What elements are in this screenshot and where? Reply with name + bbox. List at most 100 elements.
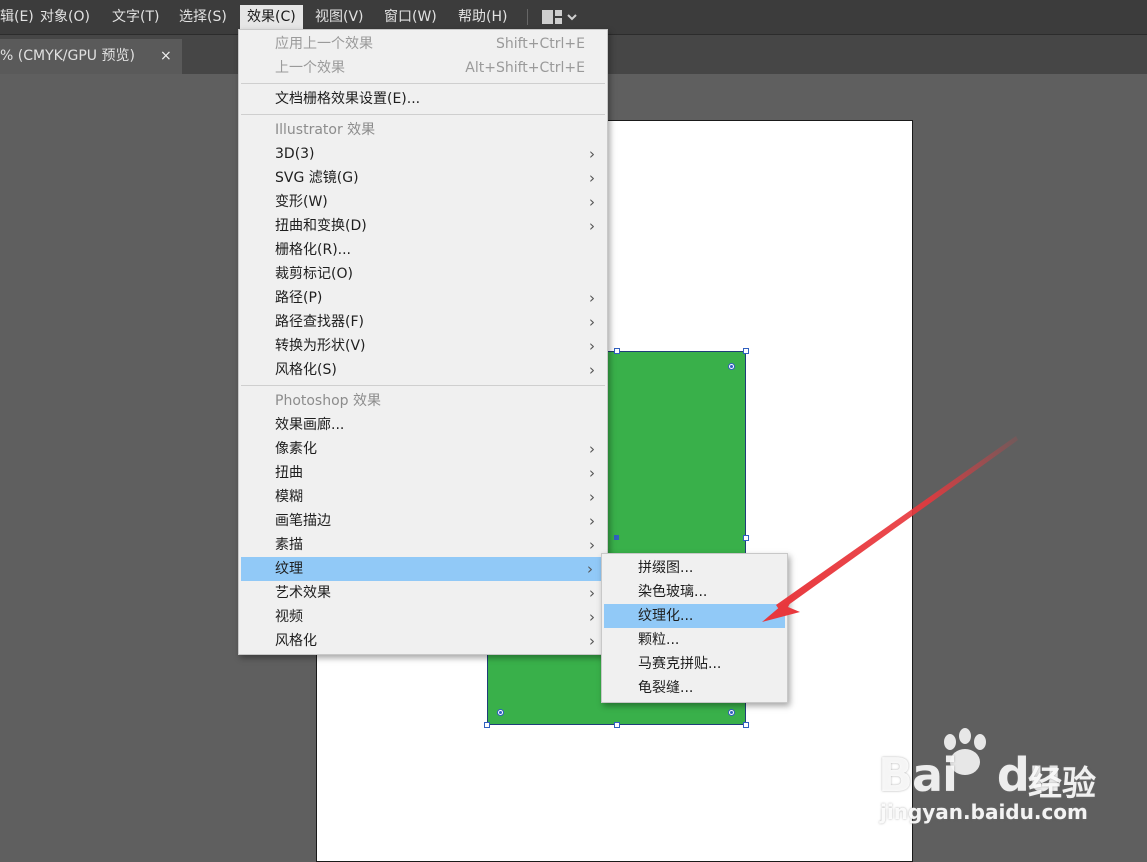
menu-item-label: 像素化 (275, 441, 317, 457)
menu-item-illustrator-3[interactable]: 扭曲和变换(D) › (239, 214, 607, 238)
submenu-item-texture-5[interactable]: 龟裂缝... (602, 676, 787, 700)
menu-object[interactable]: 对象(O) (33, 5, 97, 29)
baidu-jingyan-watermark: Bai du 经验 jingyan.baidu.com (878, 728, 1138, 828)
menu-item-illustrator-1[interactable]: SVG 滤镜(G) › (239, 166, 607, 190)
chevron-right-icon: › (589, 464, 595, 482)
menu-item-label: 效果画廊... (275, 417, 345, 433)
corner-radius-widget[interactable] (728, 709, 735, 716)
menu-separator (241, 83, 605, 84)
menu-effect[interactable]: 效果(C) (240, 5, 303, 29)
selection-handle-middle-right[interactable] (743, 535, 749, 541)
menu-item-label: 模糊 (275, 489, 303, 505)
chevron-right-icon: › (589, 169, 595, 187)
menu-item-photoshop-5[interactable]: 素描 › (239, 533, 607, 557)
watermark-product-name: 经验 (1028, 764, 1096, 804)
menu-item-photoshop-1[interactable]: 像素化 › (239, 437, 607, 461)
menu-item-label: 风格化 (275, 633, 317, 649)
menu-item-illustrator-9[interactable]: 风格化(S) › (239, 358, 607, 382)
menu-item-last-effect[interactable]: 上一个效果 Alt+Shift+Ctrl+E (239, 56, 607, 80)
chevron-right-icon: › (587, 560, 593, 578)
menu-item-label: 扭曲和变换(D) (275, 218, 367, 234)
menu-item-label: 裁剪标记(O) (275, 266, 353, 282)
menu-item-photoshop-2[interactable]: 扭曲 › (239, 461, 607, 485)
shortcut-label: Shift+Ctrl+E (495, 36, 585, 52)
menu-item-label: 画笔描边 (275, 513, 331, 529)
menu-item-illustrator-6[interactable]: 路径(P) › (239, 286, 607, 310)
selection-handle-top-right[interactable] (743, 348, 749, 354)
selection-handle-top-center[interactable] (614, 348, 620, 354)
menu-section-header-photoshop: Photoshop 效果 (275, 393, 382, 409)
menu-item-illustrator-7[interactable]: 路径查找器(F) › (239, 310, 607, 334)
chevron-right-icon: › (589, 217, 595, 235)
chevron-right-icon: › (589, 608, 595, 626)
chevron-right-icon: › (589, 361, 595, 379)
menu-view[interactable]: 视图(V) (308, 5, 371, 29)
menu-item-photoshop-8[interactable]: 视频 › (239, 605, 607, 629)
menu-section-header-illustrator: Illustrator 效果 (275, 122, 376, 138)
menu-item-photoshop-6[interactable]: 纹理 › (241, 557, 605, 581)
chevron-right-icon: › (589, 313, 595, 331)
menu-item-illustrator-2[interactable]: 变形(W) › (239, 190, 607, 214)
menubar-divider (527, 9, 528, 25)
menu-item-label: 风格化(S) (275, 362, 337, 378)
watermark-url: jingyan.baidu.com (880, 800, 1088, 824)
document-tab-label: % (CMYK/GPU 预览) (0, 48, 135, 64)
submenu-item-texture-2[interactable]: 纹理化... (604, 604, 785, 628)
submenu-item-label: 龟裂缝... (638, 680, 694, 696)
menu-item-label: 扭曲 (275, 465, 303, 481)
chevron-right-icon: › (589, 584, 595, 602)
menu-item-label: SVG 滤镜(G) (275, 170, 359, 186)
submenu-item-label: 马赛克拼贴... (638, 656, 722, 672)
chevron-right-icon: › (589, 512, 595, 530)
menu-window[interactable]: 窗口(W) (377, 5, 444, 29)
menu-item-label: 栅格化(R)... (275, 242, 352, 258)
menu-item-label: 素描 (275, 537, 303, 553)
selection-handle-bottom-center[interactable] (614, 722, 620, 728)
menu-item-photoshop-7[interactable]: 艺术效果 › (239, 581, 607, 605)
menu-item-label: 艺术效果 (275, 585, 331, 601)
menu-select[interactable]: 选择(S) (172, 5, 234, 29)
shortcut-label: Alt+Shift+Ctrl+E (465, 60, 585, 76)
menu-item-label: 路径查找器(F) (275, 314, 364, 330)
submenu-item-texture-1[interactable]: 染色玻璃... (602, 580, 787, 604)
selection-handle-bottom-right[interactable] (743, 722, 749, 728)
menu-item-photoshop-0[interactable]: 效果画廊... (239, 413, 607, 437)
menu-item-photoshop-9[interactable]: 风格化 › (239, 629, 607, 653)
menu-item-label: 转换为形状(V) (275, 338, 366, 354)
menu-item-illustrator-0[interactable]: 3D(3) › (239, 142, 607, 166)
menu-item-illustrator-4[interactable]: 栅格化(R)... (239, 238, 607, 262)
submenu-item-texture-3[interactable]: 颗粒... (602, 628, 787, 652)
workspace-switcher-button[interactable] (536, 6, 586, 28)
submenu-item-texture-4[interactable]: 马赛克拼贴... (602, 652, 787, 676)
menu-item-illustrator-8[interactable]: 转换为形状(V) › (239, 334, 607, 358)
menu-item-raster-effects-settings[interactable]: 文档栅格效果设置(E)... (239, 87, 607, 111)
selection-handle-bottom-left[interactable] (484, 722, 490, 728)
menu-item-label: 视频 (275, 609, 303, 625)
menu-item-label: 3D(3) (275, 146, 315, 162)
menu-item-apply-last-effect[interactable]: 应用上一个效果 Shift+Ctrl+E (239, 32, 607, 56)
chevron-down-icon (567, 14, 577, 21)
document-tab[interactable]: % (CMYK/GPU 预览) × (0, 39, 182, 74)
menu-separator (241, 385, 605, 386)
submenu-item-label: 纹理化... (638, 608, 694, 624)
submenu-item-texture-0[interactable]: 拼缀图... (602, 556, 787, 580)
corner-radius-widget[interactable] (728, 363, 735, 370)
menu-item-illustrator-5[interactable]: 裁剪标记(O) (239, 262, 607, 286)
chevron-right-icon: › (589, 440, 595, 458)
chevron-right-icon: › (589, 289, 595, 307)
menu-item-label: 路径(P) (275, 290, 323, 306)
submenu-item-label: 染色玻璃... (638, 584, 708, 600)
close-icon[interactable]: × (160, 39, 172, 74)
menu-item-label: 纹理 (275, 561, 303, 577)
texture-submenu: 拼缀图... 染色玻璃... 纹理化... 颗粒... 马赛克拼贴... 龟裂缝... (601, 553, 788, 703)
menu-separator (241, 114, 605, 115)
chevron-right-icon: › (589, 632, 595, 650)
corner-radius-widget[interactable] (497, 709, 504, 716)
menu-help[interactable]: 帮助(H) (451, 5, 514, 29)
workspace-layout-icon (542, 10, 562, 24)
submenu-item-label: 颗粒... (638, 632, 680, 648)
menu-type[interactable]: 文字(T) (105, 5, 166, 29)
menu-item-photoshop-4[interactable]: 画笔描边 › (239, 509, 607, 533)
menu-item-photoshop-3[interactable]: 模糊 › (239, 485, 607, 509)
chevron-right-icon: › (589, 193, 595, 211)
